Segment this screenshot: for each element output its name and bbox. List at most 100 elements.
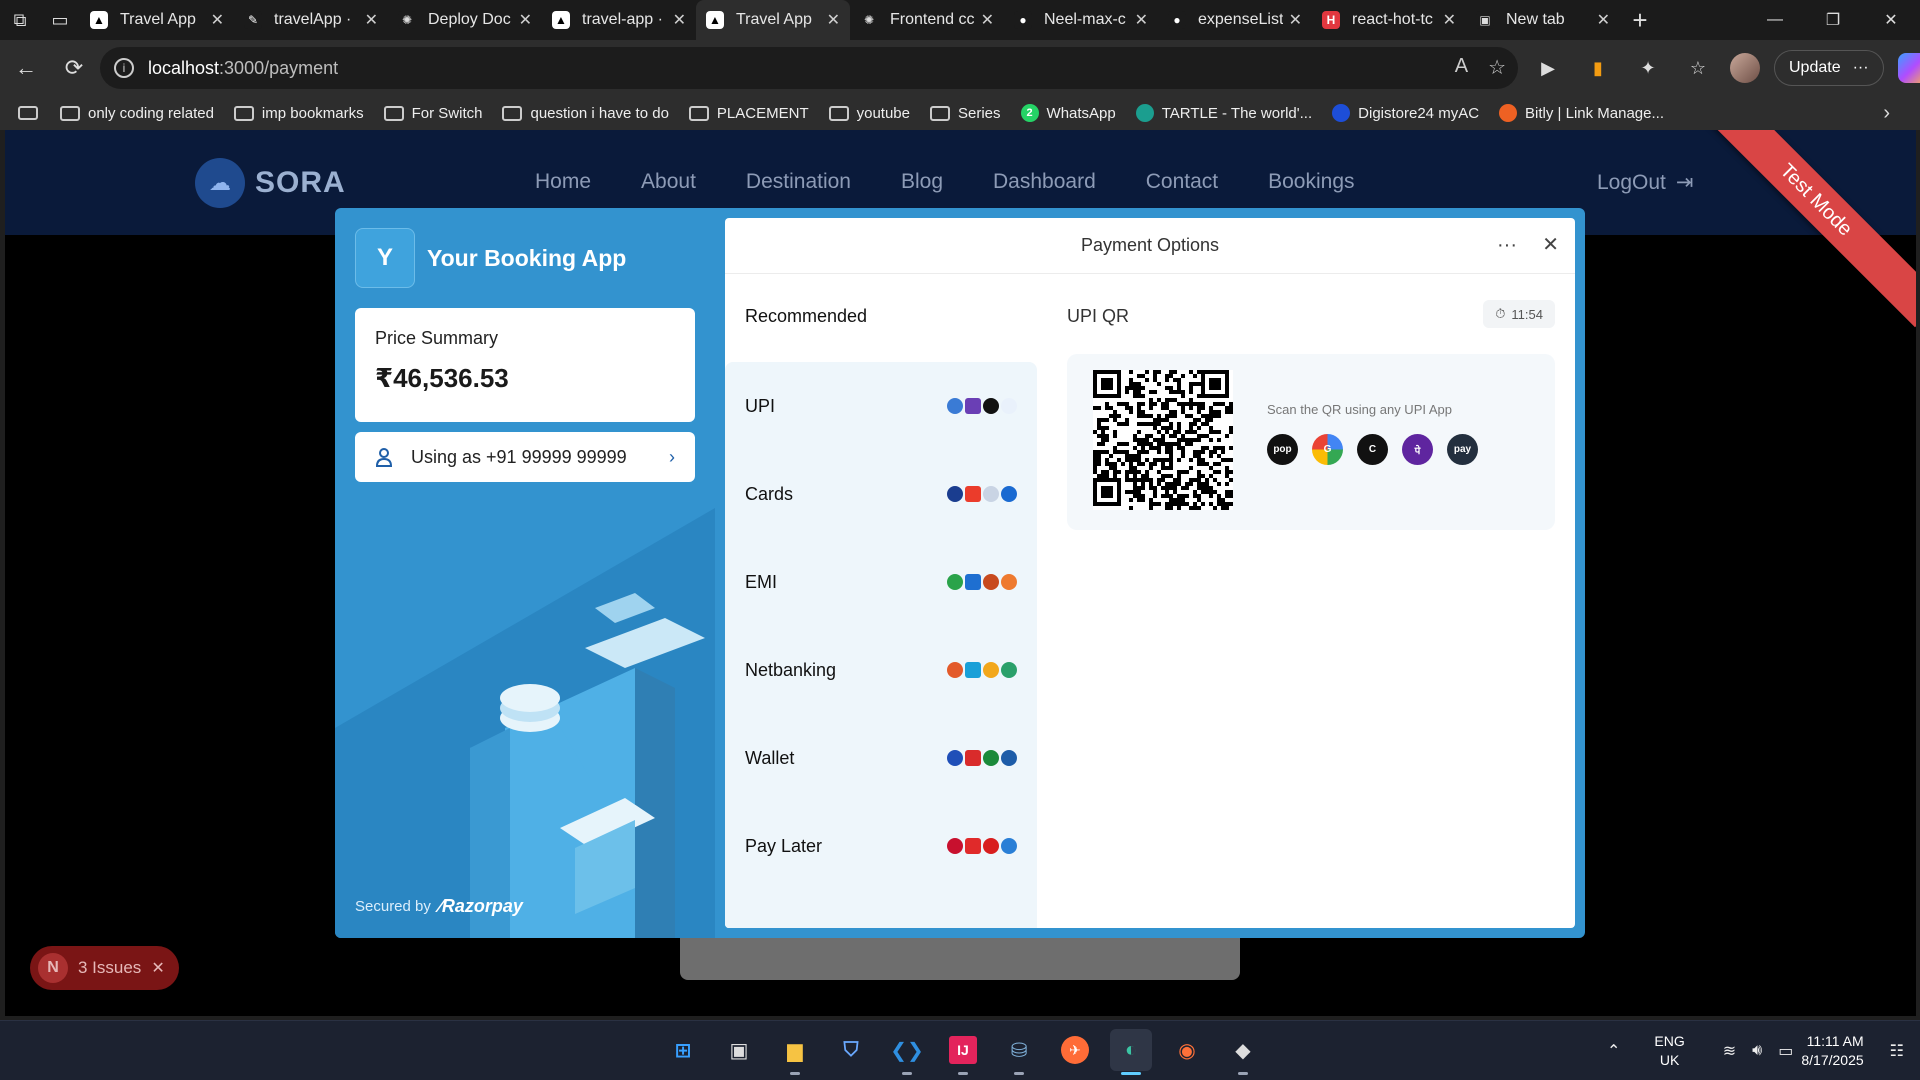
- read-aloud-icon[interactable]: A: [1455, 55, 1468, 80]
- windows-start-icon[interactable]: ⊞: [662, 1029, 704, 1071]
- dismiss-issues-icon[interactable]: ✕: [151, 958, 164, 978]
- logout-link[interactable]: LogOut ⇥: [1597, 170, 1694, 195]
- browser-tab[interactable]: ✎ travelApp · ✕: [234, 0, 388, 40]
- bookmark-label: Bitly | Link Manage...: [1525, 104, 1664, 122]
- git-icon[interactable]: ◆: [1222, 1029, 1264, 1075]
- close-tab-icon[interactable]: ✕: [1135, 10, 1148, 30]
- payment-method-wallet[interactable]: Wallet: [725, 714, 1037, 802]
- close-tab-icon[interactable]: ✕: [211, 10, 224, 30]
- nav-link-contact[interactable]: Contact: [1146, 170, 1218, 194]
- payment-method-pay-later[interactable]: Pay Later: [725, 802, 1037, 890]
- browser-tab[interactable]: ▲ Travel App ✕: [696, 0, 850, 40]
- payment-method-label: UPI: [745, 395, 776, 416]
- postman-icon[interactable]: ✈: [1054, 1029, 1096, 1071]
- tablet-mode-icon[interactable]: [18, 106, 38, 120]
- nav-link-destination[interactable]: Destination: [746, 170, 851, 194]
- browser-tab[interactable]: ▲ travel-app · ✕: [542, 0, 696, 40]
- browser-tab[interactable]: ▲ Travel App ✕: [80, 0, 234, 40]
- intellij-icon[interactable]: IJ: [942, 1029, 984, 1075]
- battery-icon[interactable]: ▭: [1778, 1041, 1793, 1061]
- back-icon[interactable]: ←: [4, 48, 48, 88]
- browser-tab[interactable]: ▣ New tab ✕: [1466, 0, 1620, 40]
- edge-icon[interactable]: ◐: [1110, 1029, 1152, 1075]
- issues-badge[interactable]: N 3 Issues ✕: [30, 946, 179, 990]
- notifications-icon[interactable]: ☷: [1890, 1041, 1904, 1061]
- favorites-icon[interactable]: ☆: [1680, 50, 1716, 86]
- bookmark-item[interactable]: Bitly | Link Manage...: [1499, 104, 1664, 122]
- running-indicator: [958, 1072, 968, 1075]
- repo-icon[interactable]: ⛉: [830, 1029, 872, 1071]
- favorite-star-icon[interactable]: ☆: [1488, 55, 1506, 80]
- extension-lighthouse-icon[interactable]: ▮: [1580, 50, 1616, 86]
- issues-label: 3 Issues: [78, 958, 142, 977]
- minimize-icon[interactable]: —: [1746, 0, 1804, 40]
- provider-logo-icon: [983, 398, 999, 414]
- clock[interactable]: 11:11 AM 8/17/2025: [1801, 1032, 1863, 1070]
- update-label: Update: [1789, 59, 1841, 76]
- bookmark-label: Series: [958, 104, 1001, 122]
- payment-method-emi[interactable]: EMI: [725, 538, 1037, 626]
- profile-avatar[interactable]: [1730, 53, 1760, 83]
- workspaces-icon[interactable]: ⧉: [0, 0, 40, 40]
- extensions-icon[interactable]: ✦: [1630, 50, 1666, 86]
- vertical-tabs-icon[interactable]: ▭: [40, 0, 80, 40]
- restore-icon[interactable]: ❐: [1804, 0, 1862, 40]
- payment-method-netbanking[interactable]: Netbanking: [725, 626, 1037, 714]
- nav-link-about[interactable]: About: [641, 170, 696, 194]
- nav-link-dashboard[interactable]: Dashboard: [993, 170, 1096, 194]
- bookmark-item[interactable]: Digistore24 myAC: [1332, 104, 1479, 122]
- site-logo[interactable]: ☁ SORA: [195, 158, 346, 208]
- show-hidden-icons-icon[interactable]: ⌃: [1607, 1041, 1620, 1061]
- close-tab-icon[interactable]: ✕: [1443, 10, 1456, 30]
- bookmark-label: question i have to do: [530, 104, 669, 122]
- user-contact-button[interactable]: Using as +91 99999 99999 ›: [355, 432, 695, 482]
- nav-link-blog[interactable]: Blog: [901, 170, 943, 194]
- close-tab-icon[interactable]: ✕: [365, 10, 378, 30]
- payment-method-cards[interactable]: Cards: [725, 450, 1037, 538]
- volume-icon[interactable]: 🔊︎: [1752, 1042, 1762, 1060]
- close-window-icon[interactable]: ✕: [1862, 0, 1920, 40]
- address-bar[interactable]: i localhost:3000/payment A ☆: [100, 47, 1518, 89]
- firefox-icon[interactable]: ◉: [1166, 1029, 1208, 1071]
- nav-link-home[interactable]: Home: [535, 170, 591, 194]
- bookmark-item[interactable]: question i have to do: [502, 104, 669, 122]
- browser-tab[interactable]: ● Neel-max-c ✕: [1004, 0, 1158, 40]
- bookmark-item[interactable]: Series: [930, 105, 1001, 122]
- payment-method-upi[interactable]: UPI: [725, 362, 1037, 450]
- bookmark-item[interactable]: 2 WhatsApp: [1020, 104, 1116, 122]
- bookmark-item[interactable]: TARTLE - The world'...: [1135, 104, 1312, 122]
- reload-icon[interactable]: ⟳: [52, 48, 96, 88]
- nav-link-bookings[interactable]: Bookings: [1268, 170, 1354, 194]
- close-tab-icon[interactable]: ✕: [981, 10, 994, 30]
- widgets-icon[interactable]: ▣: [718, 1029, 760, 1071]
- site-info-icon[interactable]: i: [114, 58, 134, 78]
- bookmark-item[interactable]: imp bookmarks: [233, 105, 364, 122]
- file-explorer-icon[interactable]: ▆: [774, 1029, 816, 1075]
- copilot-icon[interactable]: [1897, 53, 1920, 83]
- close-tab-icon[interactable]: ✕: [1289, 10, 1302, 30]
- bookmark-item[interactable]: For Switch: [383, 105, 482, 122]
- close-tab-icon[interactable]: ✕: [673, 10, 686, 30]
- bookmark-item[interactable]: youtube: [828, 105, 910, 122]
- vscode-icon[interactable]: ❮❯: [886, 1029, 928, 1075]
- close-icon[interactable]: ✕: [1542, 232, 1559, 257]
- browser-tab[interactable]: ✺ Frontend cc ✕: [850, 0, 1004, 40]
- bookmark-item[interactable]: only coding related: [60, 105, 214, 122]
- close-tab-icon[interactable]: ✕: [519, 10, 532, 30]
- close-tab-icon[interactable]: ✕: [827, 10, 840, 30]
- wifi-icon[interactable]: ≋: [1723, 1041, 1736, 1061]
- bookmark-item[interactable]: PLACEMENT: [688, 105, 809, 122]
- extension-media-icon[interactable]: ▶: [1530, 50, 1566, 86]
- bookmarks-overflow-icon[interactable]: ›: [1883, 102, 1890, 125]
- browser-tab[interactable]: Hreact-hot-tc ✕: [1312, 0, 1466, 40]
- more-options-icon[interactable]: ···: [1497, 234, 1517, 257]
- new-tab-button[interactable]: +: [1620, 0, 1660, 40]
- input-language[interactable]: ENG UK: [1654, 1032, 1684, 1070]
- mysql-icon[interactable]: ⛁: [998, 1029, 1040, 1075]
- provider-logo-icon: [983, 486, 999, 502]
- qr-code-image[interactable]: [1093, 370, 1233, 510]
- update-button[interactable]: Update ···: [1774, 50, 1884, 86]
- browser-tab[interactable]: ● expenseList ✕: [1158, 0, 1312, 40]
- browser-tab[interactable]: ✺ Deploy Doc ✕: [388, 0, 542, 40]
- close-tab-icon[interactable]: ✕: [1597, 10, 1610, 30]
